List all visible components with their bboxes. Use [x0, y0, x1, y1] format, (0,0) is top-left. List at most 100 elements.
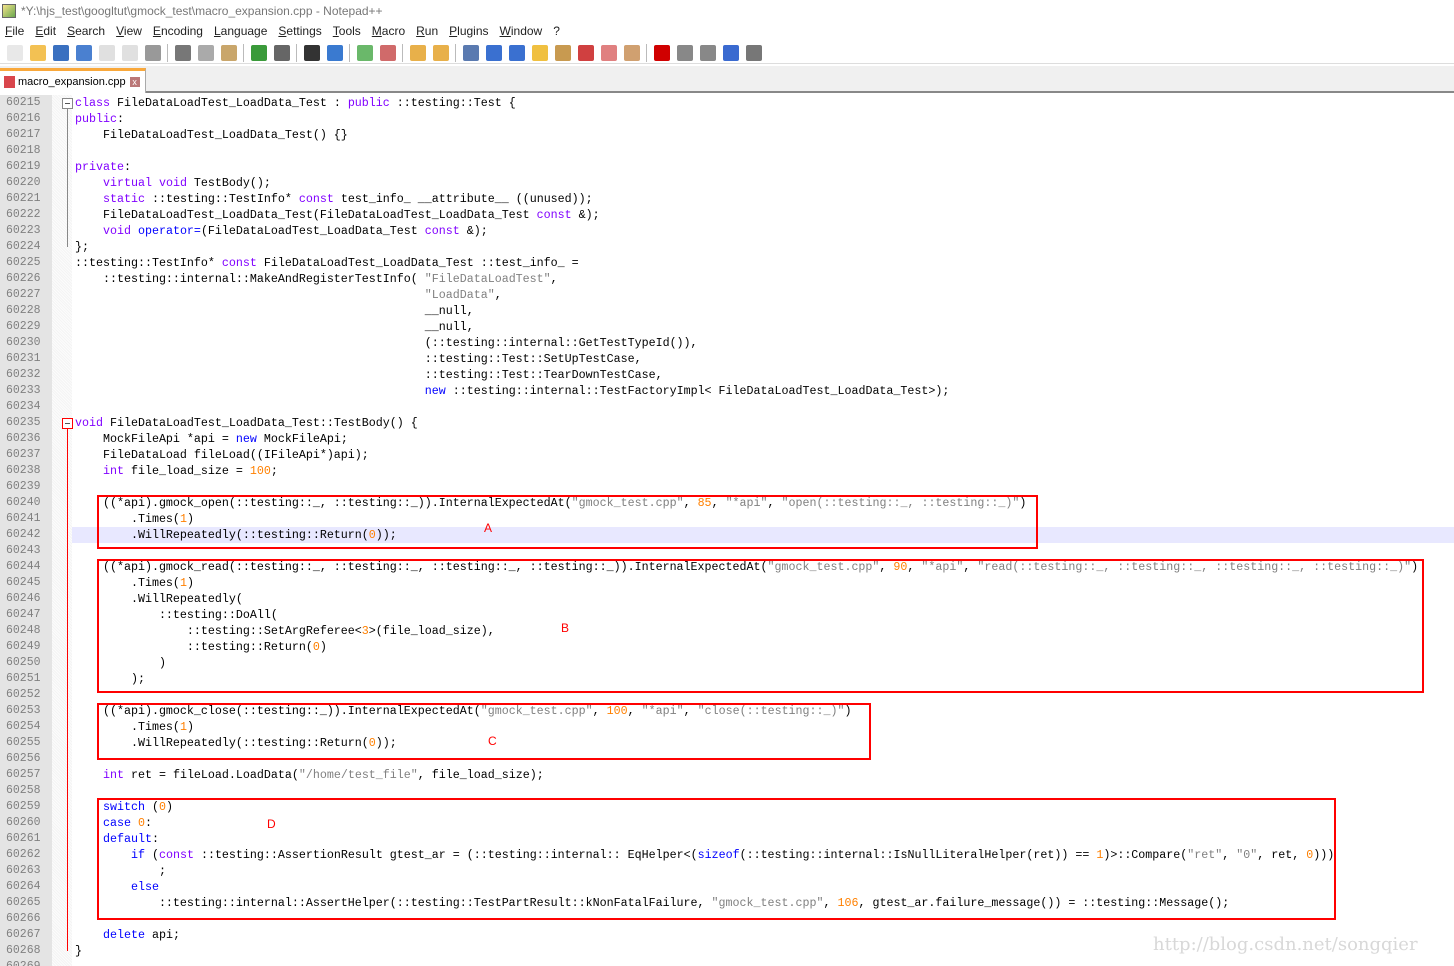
close-all-icon[interactable]: [121, 44, 138, 61]
code-line[interactable]: ::testing::DoAll(: [75, 607, 278, 623]
tab-close-button[interactable]: x: [129, 77, 140, 87]
code-line[interactable]: FileDataLoadTest_LoadData_Test() {}: [75, 127, 348, 143]
code-line[interactable]: class FileDataLoadTest_LoadData_Test : p…: [75, 95, 516, 111]
code-line[interactable]: };: [75, 239, 89, 255]
code-line[interactable]: new ::testing::internal::TestFactoryImpl…: [75, 383, 950, 399]
fold-margin[interactable]: [52, 95, 72, 966]
copy-icon[interactable]: [197, 44, 214, 61]
code-line[interactable]: public:: [75, 111, 124, 127]
code-line[interactable]: ::testing::internal::MakeAndRegisterTest…: [75, 271, 558, 287]
code-line[interactable]: ::testing::internal::AssertHelper(::test…: [75, 895, 1229, 911]
code-line[interactable]: case 0:: [75, 815, 152, 831]
menu-tools[interactable]: Tools: [328, 22, 367, 41]
code-line[interactable]: __null,: [75, 319, 474, 335]
zoom-out-icon[interactable]: [379, 44, 396, 61]
undo-icon[interactable]: [250, 44, 267, 61]
code-line[interactable]: "LoadData",: [75, 287, 502, 303]
toolbar-separator: [296, 43, 297, 62]
fold-collapse-icon[interactable]: [62, 418, 73, 429]
code-line[interactable]: void operator=(FileDataLoadTest_LoadData…: [75, 223, 488, 239]
code-line[interactable]: ::testing::SetArgReferee<3>(file_load_si…: [75, 623, 495, 639]
save-macro-icon[interactable]: [745, 44, 762, 61]
code-line[interactable]: ): [75, 655, 166, 671]
code-line[interactable]: .WillRepeatedly(::testing::Return(0));: [75, 735, 397, 751]
stop-record-icon[interactable]: [676, 44, 693, 61]
code-line[interactable]: private:: [75, 159, 131, 175]
paste-icon[interactable]: [220, 44, 237, 61]
save-all-icon[interactable]: [75, 44, 92, 61]
print-icon[interactable]: [144, 44, 161, 61]
menu-run[interactable]: Run: [411, 22, 444, 41]
menu-encoding[interactable]: Encoding: [148, 22, 209, 41]
code-line[interactable]: delete api;: [75, 927, 180, 943]
code-line[interactable]: }: [75, 943, 82, 959]
play-macro-icon[interactable]: [699, 44, 716, 61]
code-line[interactable]: .WillRepeatedly(: [75, 591, 243, 607]
code-line[interactable]: int ret = fileLoad.LoadData("/home/test_…: [75, 767, 544, 783]
monitoring-icon[interactable]: [623, 44, 640, 61]
menu-language[interactable]: Language: [209, 22, 273, 41]
code-line[interactable]: FileDataLoadTest_LoadData_Test(FileDataL…: [75, 207, 600, 223]
word-wrap-icon[interactable]: [462, 44, 479, 61]
code-line[interactable]: (::testing::internal::GetTestTypeId()),: [75, 335, 698, 351]
code-line[interactable]: .Times(1): [75, 575, 194, 591]
code-text: .WillRepeatedly(::testing::Return(: [75, 528, 369, 542]
code-line[interactable]: int file_load_size = 100;: [75, 463, 278, 479]
menu-macro[interactable]: Macro: [367, 22, 411, 41]
tab-macro-expansion[interactable]: macro_expansion.cpp x: [0, 68, 146, 93]
code-line[interactable]: .Times(1): [75, 511, 194, 527]
sync-horizontal-icon[interactable]: [432, 44, 449, 61]
save-icon[interactable]: [52, 44, 69, 61]
code-line[interactable]: ::testing::TestInfo* const FileDataLoadT…: [75, 255, 579, 271]
udl-icon[interactable]: [531, 44, 548, 61]
code-line[interactable]: );: [75, 671, 145, 687]
code-line[interactable]: FileDataLoad fileLoad((IFileApi*)api);: [75, 447, 369, 463]
code-line[interactable]: ;: [75, 863, 166, 879]
code-line[interactable]: void FileDataLoadTest_LoadData_Test::Tes…: [75, 415, 418, 431]
code-line[interactable]: .Times(1): [75, 719, 194, 735]
new-file-icon[interactable]: [6, 44, 23, 61]
replace-icon[interactable]: [326, 44, 343, 61]
menu-edit[interactable]: Edit: [30, 22, 62, 41]
code-line[interactable]: ((*api).gmock_read(::testing::_, ::testi…: [75, 559, 1418, 575]
indent-guide-icon[interactable]: [508, 44, 525, 61]
zoom-in-icon[interactable]: [356, 44, 373, 61]
code-line[interactable]: default:: [75, 831, 159, 847]
folder-workspace-icon[interactable]: [600, 44, 617, 61]
code-line[interactable]: else: [75, 879, 159, 895]
code-line[interactable]: if (const ::testing::AssertionResult gte…: [75, 847, 1334, 863]
menu-search[interactable]: Search: [62, 22, 111, 41]
record-macro-icon[interactable]: [653, 44, 670, 61]
code-line[interactable]: ::testing::Return(0): [75, 639, 327, 655]
code-line[interactable]: .WillRepeatedly(::testing::Return(0));: [75, 527, 397, 543]
redo-icon[interactable]: [273, 44, 290, 61]
show-all-chars-icon[interactable]: [485, 44, 502, 61]
code-line[interactable]: virtual void TestBody();: [75, 175, 271, 191]
menu-plugins[interactable]: Plugins: [444, 22, 494, 41]
code-line[interactable]: __null,: [75, 303, 474, 319]
code-line[interactable]: switch (0): [75, 799, 173, 815]
menu-window[interactable]: Window: [495, 22, 549, 41]
fold-collapse-icon[interactable]: [62, 98, 73, 109]
code-editor[interactable]: A B C D 60215 class FileDataLoadTest_Load…: [0, 95, 1454, 966]
code-line[interactable]: static ::testing::TestInfo* const test_i…: [75, 191, 593, 207]
menu-help[interactable]: ?: [548, 22, 566, 41]
code-line[interactable]: ((*api).gmock_close(::testing::_)).Inter…: [75, 703, 852, 719]
code-text: api;: [144, 928, 180, 942]
open-file-icon[interactable]: [29, 44, 46, 61]
menu-settings[interactable]: Settings: [273, 22, 327, 41]
menu-file[interactable]: File: [0, 22, 30, 41]
code-line[interactable]: ::testing::Test::TearDownTestCase,: [75, 367, 663, 383]
menu-view[interactable]: View: [111, 22, 148, 41]
doc-map-icon[interactable]: [554, 44, 571, 61]
code-line[interactable]: ::testing::Test::SetUpTestCase,: [75, 351, 642, 367]
find-icon[interactable]: [303, 44, 320, 61]
code-line[interactable]: ((*api).gmock_open(::testing::_, ::testi…: [75, 495, 1026, 511]
function-list-icon[interactable]: [577, 44, 594, 61]
run-macro-multiple-icon[interactable]: [722, 44, 739, 61]
code-line[interactable]: MockFileApi *api = new MockFileApi;: [75, 431, 348, 447]
code-text: ((*api).gmock_open(::testing::_, ::testi…: [75, 496, 572, 510]
sync-vertical-icon[interactable]: [409, 44, 426, 61]
cut-icon[interactable]: [174, 44, 191, 61]
close-icon[interactable]: [98, 44, 115, 61]
